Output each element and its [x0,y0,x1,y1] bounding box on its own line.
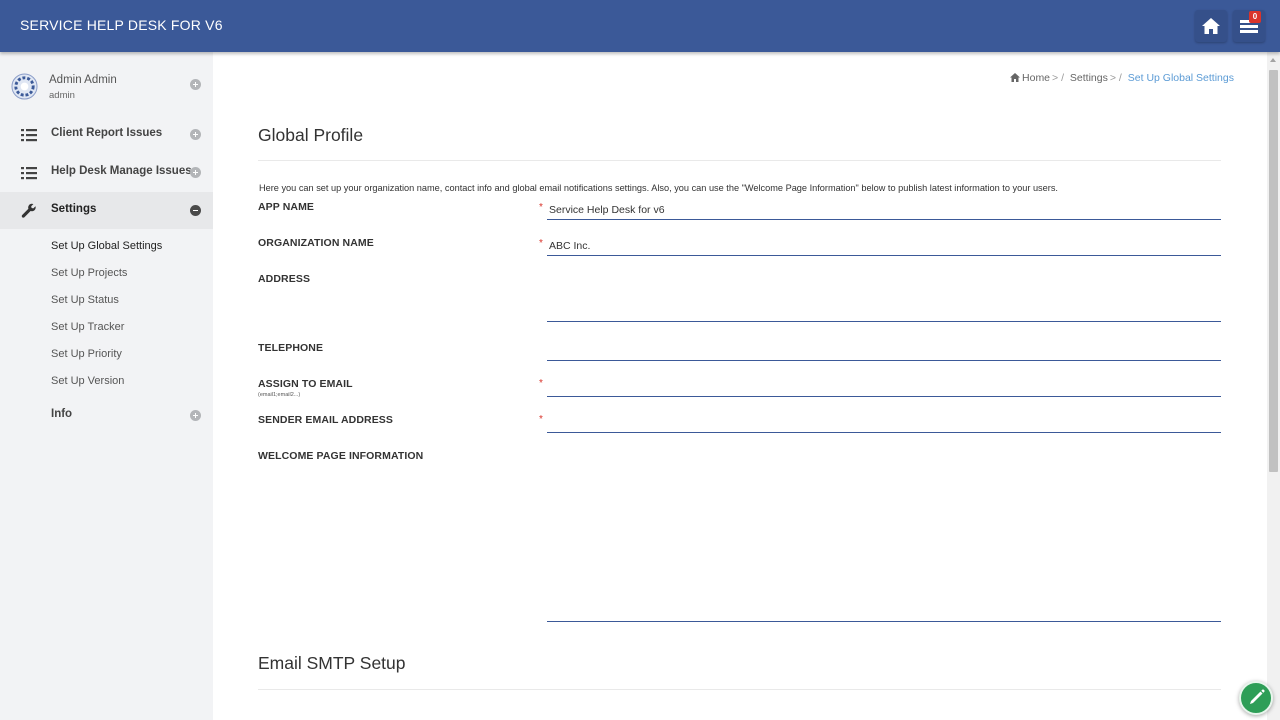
intro-text: Here you can set up your organization na… [259,183,1058,193]
expand-icon[interactable] [190,129,201,140]
wrench-icon [21,203,36,218]
breadcrumb-home[interactable]: Home [1022,72,1050,84]
sidebar-item-label: Info [51,408,73,420]
telephone-label: TELEPHONE [258,342,324,354]
user-role: admin [49,90,75,101]
assign-to-email-hint: (email1;email2...) [258,392,301,398]
divider [258,160,1221,161]
scroll-up-icon[interactable] [1270,58,1276,62]
notification-badge: 0 [1249,11,1261,23]
welcome-info-textarea[interactable] [547,449,1221,622]
avatar [11,73,38,100]
home-icon [1202,18,1220,34]
breadcrumb: Home > / Settings > / Set Up Global Settin… [1010,72,1234,84]
sidebar-subitem-projects[interactable]: Set Up Projects [51,267,127,279]
sidebar-item-settings[interactable]: Settings [0,192,213,229]
required-marker: * [539,378,543,389]
top-bar: SERVICE HELP DESK FOR V6 0 [0,0,1280,52]
user-profile[interactable]: Admin Admin admin [0,68,213,108]
edit-fab-button[interactable] [1239,681,1273,715]
app-title[interactable]: SERVICE HELP DESK FOR V6 [20,17,223,33]
sender-email-input[interactable] [547,413,1221,433]
sidebar: Admin Admin admin Client Report Issues H… [0,52,213,720]
assign-to-email-input[interactable] [547,377,1221,397]
user-name: Admin Admin [49,74,117,86]
section-title-email-smtp: Email SMTP Setup [258,653,406,673]
section-title-global-profile: Global Profile [258,125,364,145]
address-label: ADDRESS [258,273,311,285]
sidebar-subitem-priority[interactable]: Set Up Priority [51,348,122,360]
pencil-icon [1250,689,1265,704]
divider [258,689,1221,690]
sidebar-subitem-tracker[interactable]: Set Up Tracker [51,321,124,333]
welcome-info-label: WELCOME PAGE INFORMATION [258,450,424,462]
sidebar-item-client-report-issues[interactable]: Client Report Issues [0,116,213,153]
expand-user-icon[interactable] [190,79,201,90]
app-name-label: APP NAME [258,201,315,213]
sidebar-item-label: Settings [51,203,97,215]
required-marker: * [539,202,543,213]
vertical-scrollbar[interactable] [1267,52,1280,720]
assign-to-email-label: ASSIGN TO EMAIL [258,378,353,390]
sidebar-item-help-desk-manage-issues[interactable]: Help Desk Manage Issues [0,154,213,191]
telephone-input[interactable] [547,341,1221,361]
sidebar-item-label: Help Desk Manage Issues [51,165,192,177]
list-icon [21,129,37,142]
required-marker: * [539,414,543,425]
expand-icon[interactable] [190,167,201,178]
expand-icon[interactable] [190,410,201,421]
sidebar-item-info[interactable]: Info [0,397,213,434]
breadcrumb-current: Set Up Global Settings [1127,72,1234,84]
list-icon [21,167,37,180]
collapse-icon[interactable] [190,205,201,216]
organization-name-label: ORGANIZATION NAME [258,237,374,249]
organization-name-input[interactable] [547,236,1221,256]
sidebar-subitem-version[interactable]: Set Up Version [51,375,124,387]
sidebar-subitem-status[interactable]: Set Up Status [51,294,119,306]
required-marker: * [539,238,543,249]
sidebar-subitem-global-settings[interactable]: Set Up Global Settings [51,240,162,252]
breadcrumb-settings[interactable]: Settings [1070,72,1108,84]
scroll-thumb[interactable] [1269,70,1278,472]
main-content: Home > / Settings > / Set Up Global Settin… [213,52,1267,720]
sender-email-label: SENDER EMAIL ADDRESS [258,414,394,426]
app-name-input[interactable] [547,200,1221,220]
sidebar-item-label: Client Report Issues [51,127,163,139]
home-button[interactable] [1195,10,1227,42]
address-textarea[interactable] [547,272,1221,322]
home-icon [1010,73,1021,82]
